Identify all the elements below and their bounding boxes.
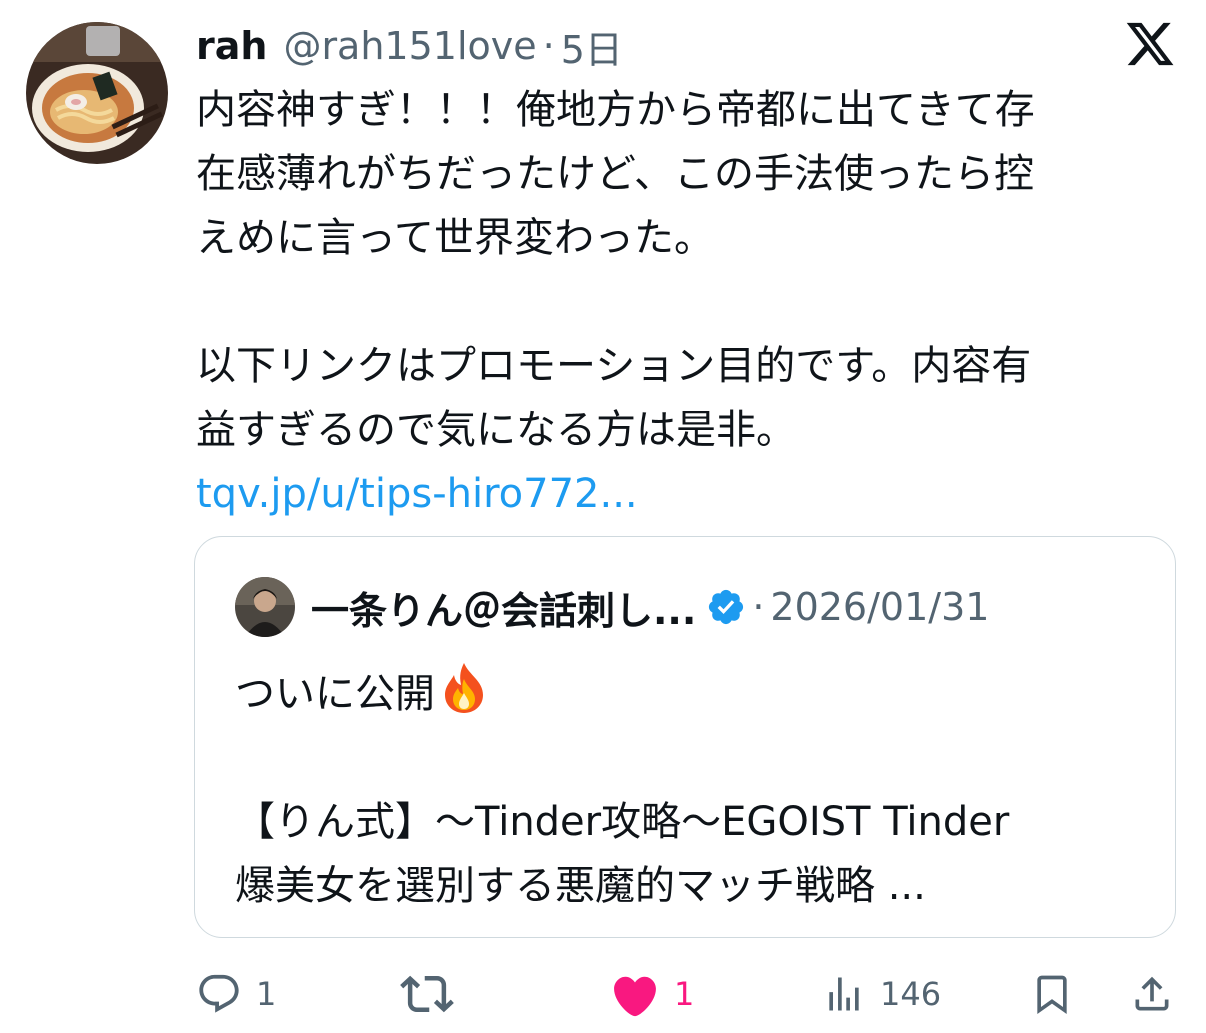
author-display-name[interactable]: rah	[196, 24, 267, 68]
views-count: 146	[880, 975, 942, 1013]
retweet-button[interactable]	[400, 962, 454, 1026]
author-avatar[interactable]	[26, 22, 168, 164]
fire-emoji-icon	[445, 663, 483, 713]
tweet-header: rah @rah151love · 5日	[196, 20, 623, 72]
quoted-tweet-body: ついに公開 【りん式】〜Tinder攻略〜EGOIST Tinder 爆美女を選…	[235, 661, 1155, 918]
ramen-avatar-image	[26, 22, 168, 164]
reply-count: 1	[256, 975, 277, 1013]
quoted-tweet-header: 一条りん＠会話刺し... · 2026/01/31	[311, 581, 989, 633]
quoted-author-name[interactable]: 一条りん＠会話刺し...	[311, 580, 696, 635]
quoted-line-1-text: ついに公開	[235, 671, 435, 717]
share-button[interactable]	[1130, 962, 1174, 1026]
views-button[interactable]: 146	[822, 962, 941, 1026]
retweet-icon	[400, 975, 454, 1013]
bookmark-icon	[1037, 975, 1067, 1015]
tweet-body: 内容神すぎ！！！俺地方から帝都に出てきて存 在感薄れがちだったけど、この手法使っ…	[196, 78, 1156, 526]
bookmark-button[interactable]	[1030, 962, 1074, 1026]
tweet-text-paragraph-2: 以下リンクはプロモーション目的です。内容有 益すぎるので気になる方は是非。	[196, 343, 1032, 453]
tweet-text-paragraph-1: 内容神すぎ！！！俺地方から帝都に出てきて存 在感薄れがちだったけど、この手法使っ…	[196, 87, 1035, 261]
quoted-line-2: 【りん式】〜Tinder攻略〜EGOIST Tinder	[235, 799, 1010, 845]
header-separator: ·	[542, 24, 555, 68]
reply-button[interactable]: 1	[196, 962, 276, 1026]
share-icon	[1135, 976, 1169, 1011]
quoted-line-1: ついに公開	[235, 661, 1155, 726]
x-logo-icon[interactable]	[1124, 18, 1176, 70]
tweet-timestamp[interactable]: 5日	[561, 19, 623, 74]
views-icon	[829, 977, 859, 1011]
quoted-avatar-image	[235, 577, 295, 637]
quoted-tweet-card[interactable]: 一条りん＠会話刺し... · 2026/01/31 ついに公開 【りん式】〜Ti…	[194, 536, 1176, 938]
author-handle[interactable]: @rah151love	[283, 24, 536, 68]
like-count: 1	[674, 975, 695, 1013]
like-button[interactable]: 1	[610, 962, 694, 1026]
quoted-tweet-date[interactable]: 2026/01/31	[770, 585, 989, 629]
quoted-author-avatar[interactable]	[235, 577, 295, 637]
reply-icon	[199, 974, 239, 1013]
quoted-header-separator: ·	[752, 585, 765, 629]
tweet-link[interactable]: tqv.jp/u/tips-hiro772...	[196, 462, 1156, 526]
verified-badge-icon[interactable]	[706, 587, 746, 627]
quoted-line-3: 爆美女を選別する悪魔的マッチ戦略 ...	[235, 863, 926, 909]
heart-icon	[614, 976, 656, 1017]
tweet-action-bar: 1 1 146	[0, 962, 1206, 1026]
